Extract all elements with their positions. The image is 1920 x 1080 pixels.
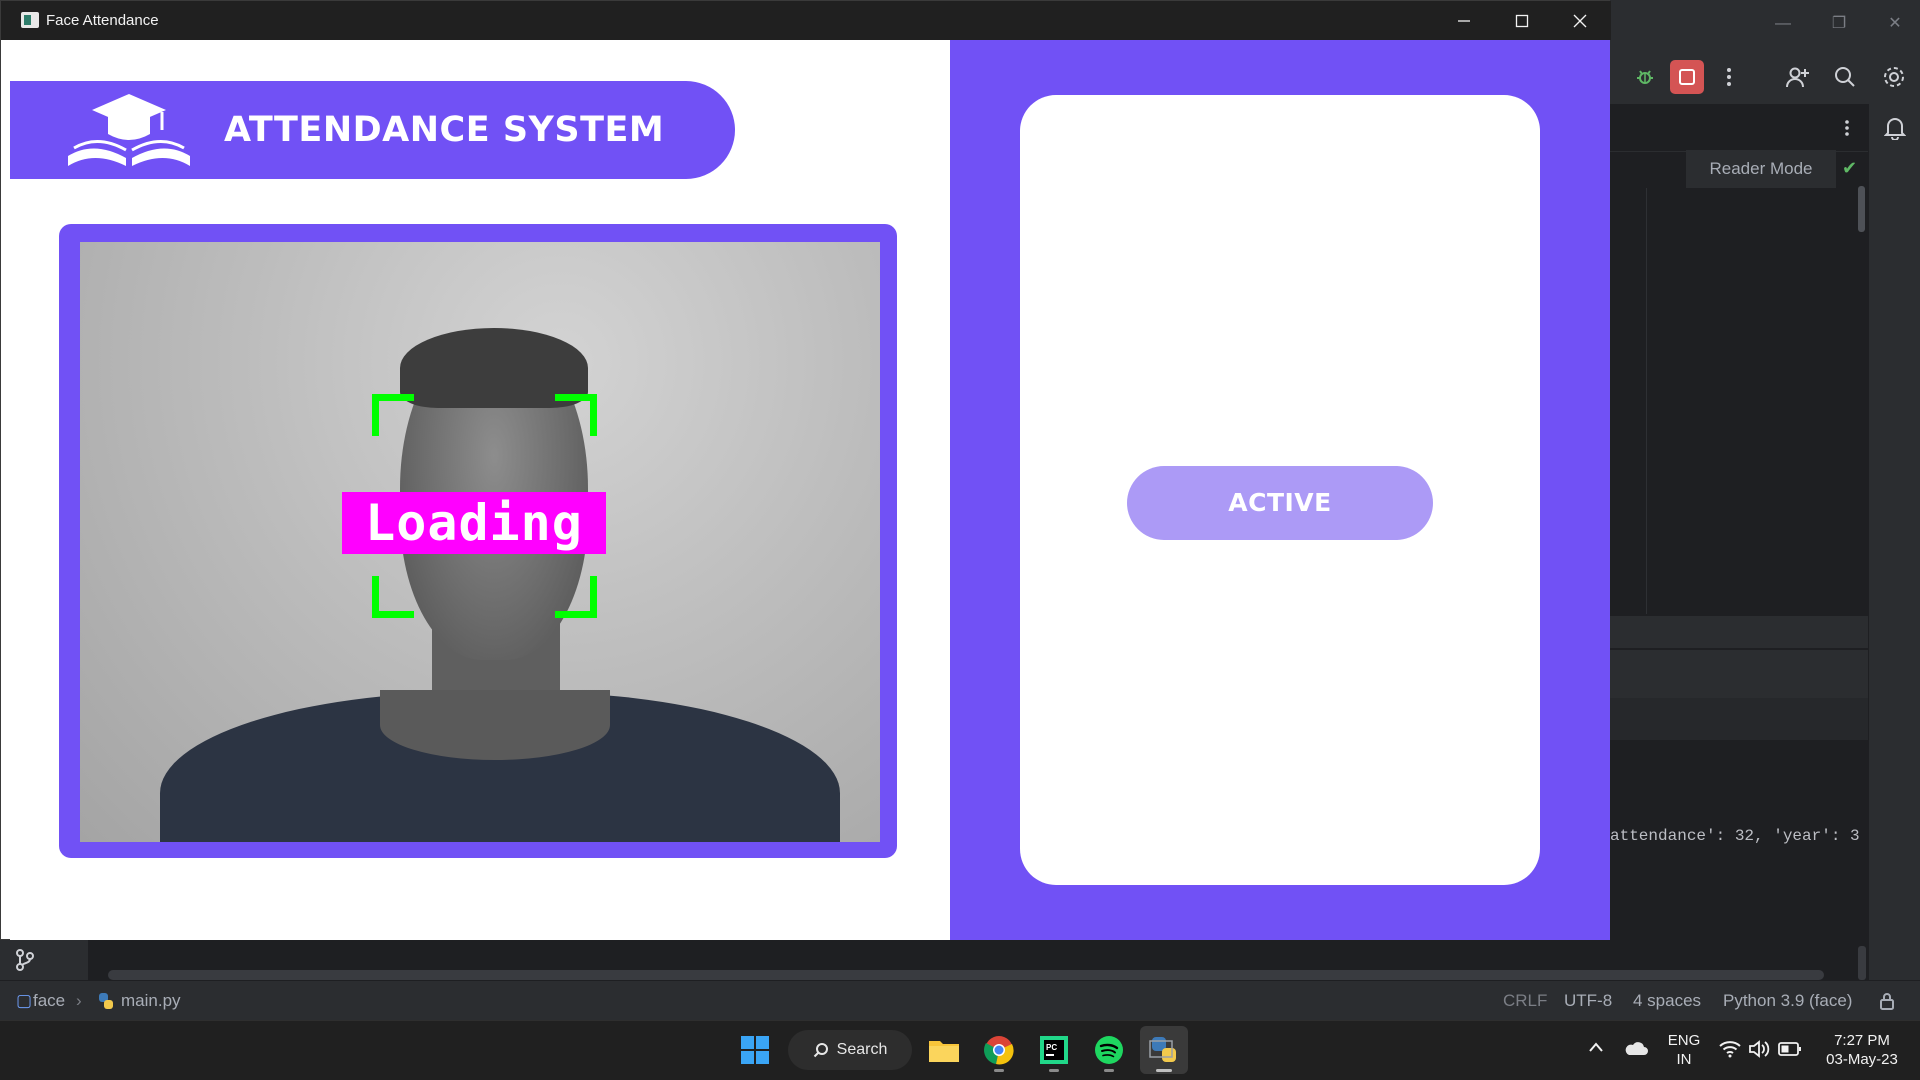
encoding-widget[interactable]: UTF-8 — [1564, 981, 1612, 1021]
maximize-button[interactable] — [1493, 1, 1551, 40]
face-attendance-window: Face Attendance ATTENDANCE SYSTEM Loadin… — [0, 0, 1611, 940]
indent-widget[interactable]: 4 spaces — [1633, 981, 1701, 1021]
ide-run-panel-header — [1610, 616, 1868, 648]
detection-corner-top-left — [372, 394, 414, 436]
editor-gutter-line — [1646, 188, 1647, 614]
detection-corner-bottom-right — [555, 576, 597, 618]
pycharm-icon[interactable]: PC — [1030, 1026, 1078, 1074]
chrome-icon[interactable] — [975, 1026, 1023, 1074]
start-windows-icon[interactable] — [731, 1026, 779, 1074]
language-line1: ENG — [1667, 1032, 1701, 1049]
ide-run-panel-tabs — [1610, 650, 1868, 698]
app-window-icon — [21, 12, 39, 28]
interpreter-widget[interactable]: Python 3.9 (face) — [1723, 981, 1852, 1021]
debug-bug-icon[interactable] — [1630, 62, 1660, 92]
battery-icon[interactable] — [1778, 1041, 1802, 1062]
editor-horizontal-scrollbar[interactable] — [108, 970, 1824, 980]
search-icon — [813, 1043, 828, 1058]
ide-status-bar: ▢ face › main.py CRLF UTF-8 4 spaces Pyt… — [0, 980, 1920, 1020]
clock-date: 03-May-23 — [1826, 1051, 1898, 1068]
settings-gear-icon[interactable] — [1879, 62, 1909, 92]
notifications-bell-icon[interactable] — [1880, 113, 1910, 143]
reader-mode-button[interactable]: Reader Mode — [1686, 150, 1836, 188]
module-icon: ▢ — [16, 991, 33, 1010]
detection-corner-bottom-left — [372, 576, 414, 618]
person-collar — [380, 690, 610, 760]
lock-icon[interactable] — [1880, 981, 1894, 1025]
ide-left-toolstrip — [0, 940, 88, 980]
spotify-icon[interactable] — [1085, 1026, 1133, 1074]
minimize-button[interactable] — [1435, 1, 1493, 40]
app-title: ATTENDANCE SYSTEM — [224, 110, 665, 150]
ide-restore-button[interactable]: ❐ — [1814, 12, 1864, 36]
close-icon — [1573, 14, 1587, 27]
breadcrumb-project[interactable]: face — [33, 981, 65, 1021]
python-file-icon — [97, 981, 115, 1025]
taskbar-search-label: Search — [836, 1041, 888, 1058]
search-icon[interactable] — [1830, 62, 1860, 92]
language-indicator[interactable]: ENG IN — [1664, 1031, 1704, 1069]
breadcrumb-chevron-icon: › — [76, 991, 82, 1010]
ide-run-panel-toolbar — [1610, 698, 1868, 740]
console-output: attendance': 32, 'year': 3 — [1610, 822, 1866, 852]
add-user-icon[interactable] — [1782, 62, 1812, 92]
more-vertical-icon[interactable] — [1714, 62, 1744, 92]
line-separator-widget[interactable]: CRLF — [1503, 981, 1547, 1021]
svg-text:PC: PC — [1046, 1043, 1057, 1052]
ide-close-button[interactable]: ✕ — [1870, 12, 1920, 36]
ide-minimize-button[interactable]: — — [1758, 12, 1808, 36]
git-branch-icon[interactable] — [14, 948, 36, 972]
volume-icon[interactable] — [1748, 1040, 1770, 1063]
language-line2: IN — [1676, 1051, 1692, 1068]
detection-corner-top-right — [555, 394, 597, 436]
file-explorer-icon[interactable] — [920, 1026, 968, 1074]
maximize-icon — [1515, 14, 1529, 27]
close-button[interactable] — [1551, 1, 1609, 40]
taskbar-search-button[interactable]: Search — [788, 1030, 912, 1070]
taskbar-clock[interactable]: 7:27 PM 03-May-23 — [1814, 1031, 1910, 1069]
onedrive-cloud-icon[interactable] — [1624, 1040, 1648, 1061]
ide-editor-tabbar — [1610, 104, 1868, 152]
editor-more-icon[interactable] — [1832, 113, 1862, 143]
console-scrollbar[interactable] — [1858, 946, 1866, 980]
breadcrumb-file[interactable]: main.py — [121, 981, 181, 1021]
python-app-icon[interactable] — [1140, 1026, 1188, 1074]
wifi-icon[interactable] — [1719, 1040, 1741, 1063]
stop-button[interactable] — [1670, 60, 1704, 94]
clock-time: 7:27 PM — [1834, 1032, 1890, 1049]
editor-scrollbar[interactable] — [1858, 186, 1865, 232]
status-active-badge: ACTIVE — [1127, 466, 1433, 540]
graduation-cap-book-icon — [68, 94, 190, 166]
attendance-app-canvas: ATTENDANCE SYSTEM Loading ACTIVE — [10, 40, 1610, 940]
inspection-ok-icon[interactable]: ✔ — [1842, 158, 1857, 179]
loading-label: Loading — [342, 492, 606, 554]
window-title: Face Attendance — [46, 12, 159, 29]
tray-chevron-up-icon[interactable] — [1588, 1040, 1604, 1058]
minimize-icon — [1458, 19, 1470, 22]
console-line: attendance': 32, 'year': 3 — [1610, 827, 1860, 845]
ide-right-toolstrip — [1868, 104, 1920, 980]
window-title-bar[interactable]: Face Attendance — [1, 1, 1611, 40]
